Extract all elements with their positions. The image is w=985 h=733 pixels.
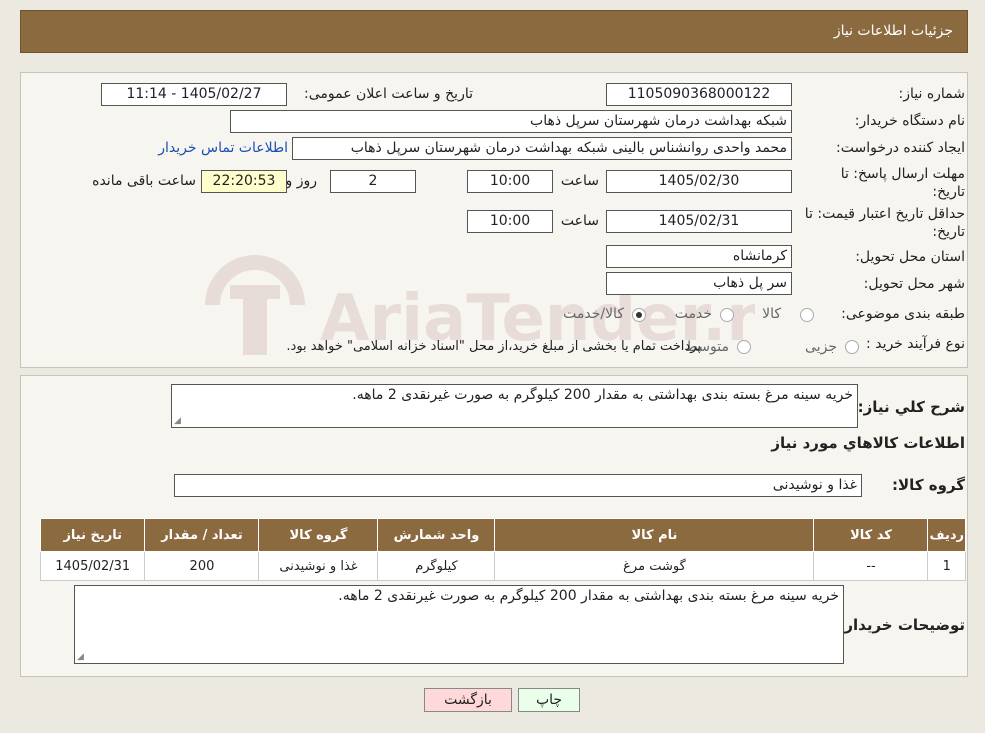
table-header-row: رديف کد کالا نام کالا واحد شمارش گروه کا… [39,518,966,552]
summary-value: خریه سینه مرغ بسته بندی بهداشتی به مقدار… [352,387,853,403]
table-row: 1 -- گوشت مرغ کیلوگرم غذا و نوشیدنی 200 … [39,551,966,581]
price-validity-date[interactable]: 1405/02/31 [606,210,792,233]
reply-deadline-time[interactable]: 10:00 [467,170,553,193]
goods-group-label: گروه کالا: [892,476,965,494]
remaining-label: ساعت باقی مانده [92,173,196,189]
city-label: شهر محل تحویل: [863,276,965,292]
col-row-number: رديف [927,518,966,552]
remaining-time: 22:20:53 [201,170,287,193]
category-goods-service-label: کالا/خدمت [563,306,624,322]
resize-grip-icon[interactable]: ◢ [174,416,181,426]
category-label: طبقه بندی موضوعی: [841,306,965,322]
cell-unit: کیلوگرم [377,551,496,581]
category-goods-service-radio[interactable] [632,308,646,322]
col-goods-group: گروه کالا [258,518,379,552]
col-unit: واحد شمارش [377,518,496,552]
price-validity-label: حداقل تاریخ اعتبار قیمت: تا تاریخ: [804,206,965,240]
creator-field[interactable]: محمد واحدی روانشناس بالینی شبکه بهداشت د… [292,137,792,160]
buyer-notes-text[interactable]: خریه سینه مرغ بسته بندی بهداشتی به مقدار… [74,585,844,664]
summary-label: شرح کلي نياز: [857,398,965,416]
cell-goods-name: گوشت مرغ [494,551,815,581]
col-goods-name: نام کالا [494,518,815,552]
category-goods-radio[interactable] [800,308,814,322]
announce-datetime-label: تاریخ و ساعت اعلان عمومی: [304,86,473,102]
buyer-org-label: نام دستگاه خریدار: [854,113,965,129]
cell-goods-group: غذا و نوشیدنی [258,551,379,581]
summary-text[interactable]: خریه سینه مرغ بسته بندی بهداشتی به مقدار… [171,384,858,428]
page-header: جزئیات اطلاعات نیاز [20,10,968,53]
process-medium-radio[interactable] [737,340,751,354]
need-number-field[interactable]: 1105090368000122 [606,83,792,106]
reply-deadline-time-label: ساعت [560,173,599,189]
cell-goods-code: -- [813,551,929,581]
resize-grip-icon[interactable]: ◢ [77,652,84,662]
buyer-contact-link[interactable]: اطلاعات تماس خریدار [158,140,288,156]
process-type-label: نوع فرآیند خرید : [866,336,965,352]
buyer-org-field[interactable]: شبکه بهداشت درمان شهرستان سرپل ذهاب [230,110,792,133]
payment-note: پرداخت تمام یا بخشی از مبلغ خرید،از محل … [286,339,701,354]
province-field[interactable]: کرمانشاه [606,245,792,268]
back-button[interactable]: بازگشت [424,688,512,712]
price-validity-time-label: ساعت [560,213,599,229]
print-button[interactable]: چاپ [518,688,580,712]
category-service-radio[interactable] [720,308,734,322]
process-partial-label: جزیی [805,339,837,355]
province-label: استان محل تحویل: [855,249,965,265]
cell-quantity: 200 [144,551,260,581]
days-field[interactable]: 2 [330,170,416,193]
price-validity-time[interactable]: 10:00 [467,210,553,233]
announce-datetime-field[interactable]: 1405/02/27 - 11:14 [101,83,287,106]
days-label: روز و [285,173,318,189]
category-goods-label: کالا [762,306,781,322]
page-title: جزئیات اطلاعات نیاز [833,23,953,39]
goods-group-field[interactable]: غذا و نوشیدنی [174,474,862,497]
buyer-notes-value: خریه سینه مرغ بسته بندی بهداشتی به مقدار… [338,588,839,604]
col-goods-code: کد کالا [813,518,929,552]
reply-deadline-date[interactable]: 1405/02/30 [606,170,792,193]
col-need-date: تاريخ نياز [39,518,146,552]
goods-table: رديف کد کالا نام کالا واحد شمارش گروه کا… [39,518,966,581]
category-service-label: خدمت [674,306,712,322]
col-quantity: تعداد / مقدار [144,518,260,552]
reply-deadline-label: مهلت ارسال پاسخ: تا تاریخ: [840,166,965,200]
cell-row-number: 1 [927,551,966,581]
city-field[interactable]: سر پل ذهاب [606,272,792,295]
goods-info-title: اطلاعات کالاهاي مورد نياز [771,434,965,452]
buyer-notes-label: توضیحات خریدار: [838,616,965,634]
cell-need-date: 1405/02/31 [39,551,146,581]
process-partial-radio[interactable] [845,340,859,354]
need-number-label: شماره نیاز: [898,86,966,102]
creator-label: ایجاد کننده درخواست: [836,140,965,156]
